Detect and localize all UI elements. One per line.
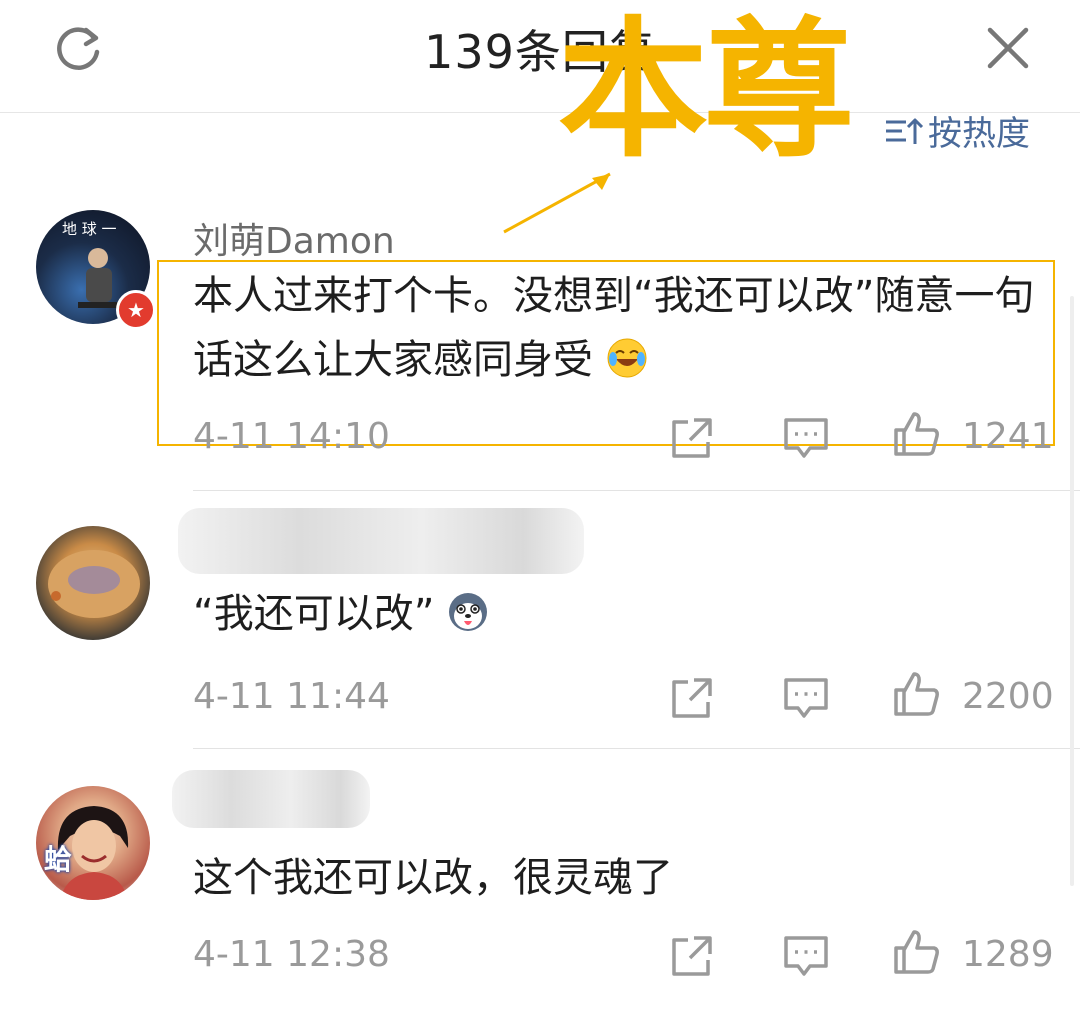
like-count: 1289 <box>962 934 1054 975</box>
username[interactable]: 刘萌Damon <box>193 212 395 264</box>
like-icon[interactable] <box>892 410 940 458</box>
share-icon[interactable] <box>668 674 716 722</box>
close-icon[interactable] <box>986 26 1030 70</box>
like-icon[interactable] <box>892 670 940 718</box>
sort-label: 按热度 <box>928 114 1030 154</box>
annotation-arrow-icon <box>503 172 611 234</box>
avatar[interactable] <box>36 526 150 640</box>
avatar-text: 蛤 <box>44 843 73 876</box>
comment-icon[interactable] <box>782 932 830 980</box>
divider <box>193 748 1080 749</box>
comment-icon[interactable] <box>782 674 830 722</box>
comment-time: 4-11 14:10 <box>193 416 390 457</box>
share-icon[interactable] <box>668 932 716 980</box>
comment-text: 这个我还可以改，很灵魂了 <box>193 855 673 901</box>
comment-icon[interactable] <box>782 414 830 462</box>
avatar[interactable]: 蛤 <box>36 786 150 900</box>
annotation-text: 本尊 <box>558 4 854 178</box>
verified-badge-icon: ★ <box>116 290 156 330</box>
comment-text: “我还可以改” <box>193 582 489 646</box>
top-bar: 139条回复 <box>0 0 1080 113</box>
blurred-username <box>178 508 584 574</box>
comment-time: 4-11 11:44 <box>193 676 390 717</box>
sort-by-hot-button[interactable]: 按热度 <box>884 106 1030 155</box>
divider <box>193 490 1080 491</box>
comment-time: 4-11 12:38 <box>193 934 390 975</box>
blurred-username <box>172 770 370 828</box>
scrollbar[interactable] <box>1070 296 1074 886</box>
sort-icon <box>886 118 924 144</box>
share-icon[interactable] <box>668 414 716 462</box>
like-icon[interactable] <box>892 928 940 976</box>
like-count: 2200 <box>962 676 1054 717</box>
husky-emoji-icon <box>449 593 488 631</box>
page-title: 139条回复 <box>424 25 656 79</box>
like-count: 1241 <box>962 416 1054 457</box>
